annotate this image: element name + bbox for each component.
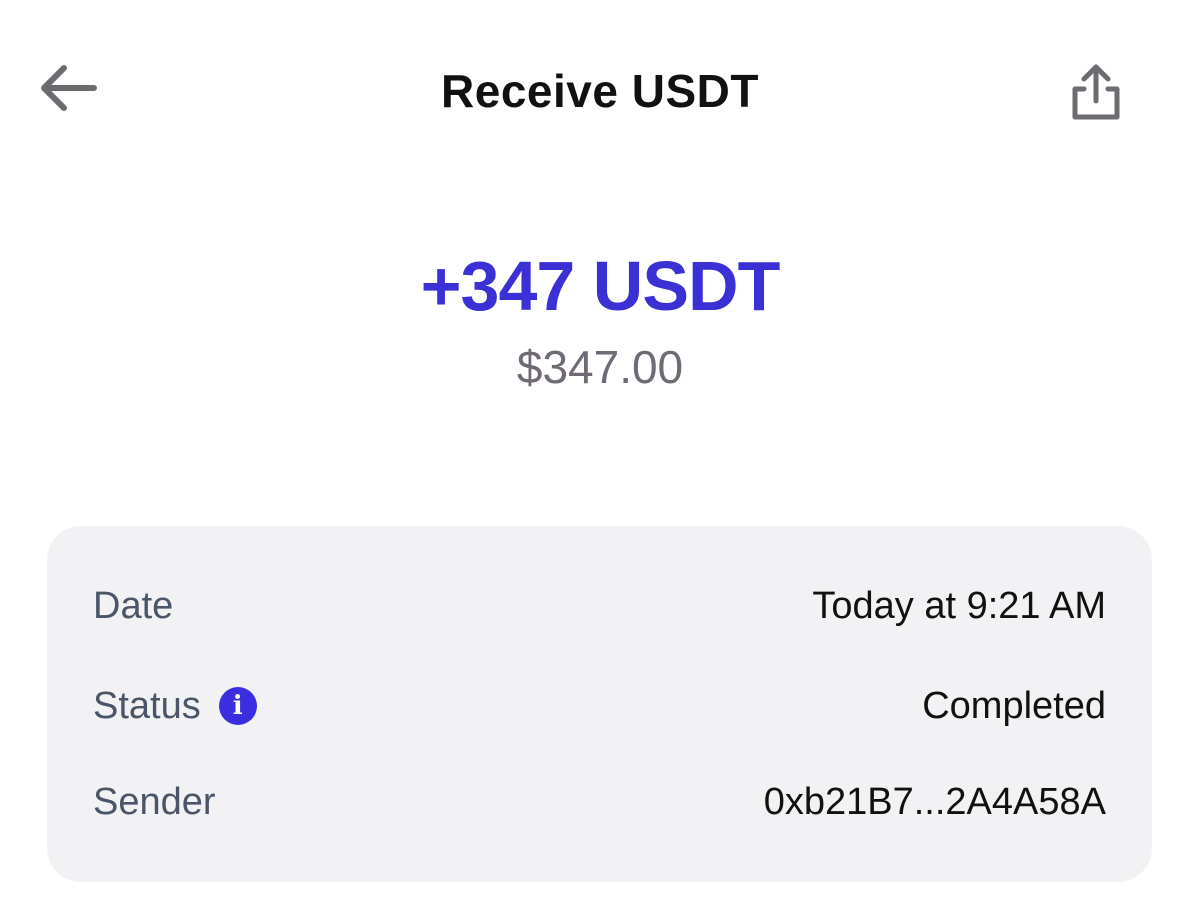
status-value: Completed [922,684,1106,727]
details-card: Date Today at 9:21 AM Status i Completed… [47,526,1152,882]
share-icon [1072,64,1120,120]
transaction-detail-screen: Receive USDT +347 USDT $347.00 Date Toda… [0,0,1200,902]
detail-row-date: Date Today at 9:21 AM [93,576,1106,636]
detail-row-status: Status i Completed [93,676,1106,736]
status-label: Status [93,684,201,727]
sender-address[interactable]: 0xb21B7...2A4A58A [764,781,1106,824]
date-value: Today at 9:21 AM [812,584,1106,627]
detail-row-sender: Sender 0xb21B7...2A4A58A [93,772,1106,832]
amount-received: +347 USDT [420,247,781,325]
fiat-value: $347.00 [516,341,684,393]
header: Receive USDT [0,0,1200,180]
date-label: Date [93,584,174,627]
info-icon[interactable]: i [218,687,257,725]
share-button[interactable] [1056,52,1136,132]
sender-label: Sender [93,780,216,823]
status-label-group: Status i [93,685,257,728]
page-title: Receive USDT [441,65,759,117]
